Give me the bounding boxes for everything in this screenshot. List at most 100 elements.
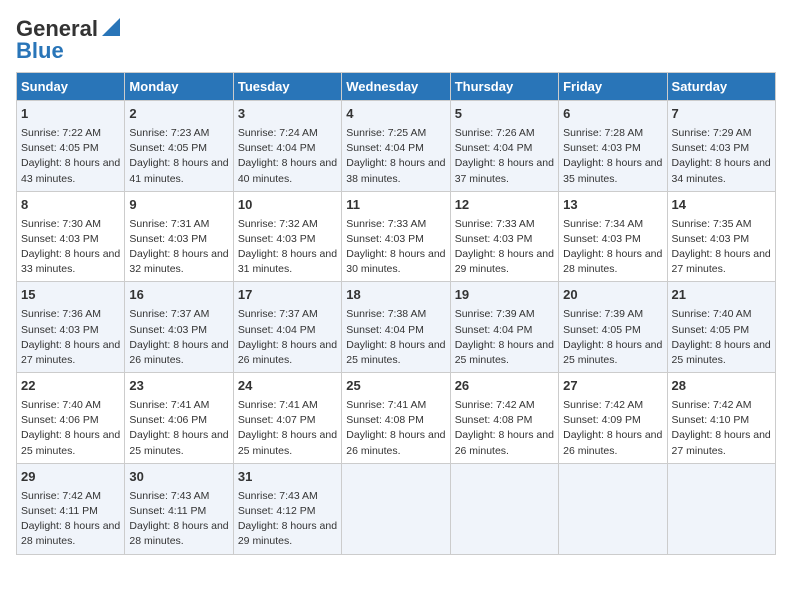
- calendar-cell: [667, 463, 775, 554]
- sunset-text: Sunset: 4:06 PM: [21, 414, 99, 426]
- daylight-text: Daylight: 8 hours and 28 minutes.: [563, 248, 662, 275]
- calendar-cell: 28Sunrise: 7:42 AMSunset: 4:10 PMDayligh…: [667, 373, 775, 464]
- calendar-cell: 25Sunrise: 7:41 AMSunset: 4:08 PMDayligh…: [342, 373, 450, 464]
- sunset-text: Sunset: 4:11 PM: [21, 505, 98, 517]
- day-number: 12: [455, 196, 554, 215]
- sunset-text: Sunset: 4:04 PM: [455, 142, 533, 154]
- daylight-text: Daylight: 8 hours and 41 minutes.: [129, 157, 228, 184]
- calendar-cell: 15Sunrise: 7:36 AMSunset: 4:03 PMDayligh…: [17, 282, 125, 373]
- weekday-header-friday: Friday: [559, 73, 667, 101]
- calendar-cell: 10Sunrise: 7:32 AMSunset: 4:03 PMDayligh…: [233, 191, 341, 282]
- sunset-text: Sunset: 4:11 PM: [129, 505, 206, 517]
- daylight-text: Daylight: 8 hours and 43 minutes.: [21, 157, 120, 184]
- calendar-cell: 21Sunrise: 7:40 AMSunset: 4:05 PMDayligh…: [667, 282, 775, 373]
- day-number: 10: [238, 196, 337, 215]
- calendar-cell: [342, 463, 450, 554]
- daylight-text: Daylight: 8 hours and 38 minutes.: [346, 157, 445, 184]
- day-number: 5: [455, 105, 554, 124]
- sunset-text: Sunset: 4:03 PM: [672, 142, 750, 154]
- calendar-cell: 3 Sunrise: 7:24 AM Sunset: 4:04 PM Daylight…: [233, 101, 341, 192]
- logo: General Blue: [16, 16, 120, 64]
- sunrise-text: Sunrise: 7:40 AM: [672, 308, 752, 320]
- sunset-text: Sunset: 4:04 PM: [455, 324, 533, 336]
- sunset-text: Sunset: 4:06 PM: [129, 414, 207, 426]
- day-number: 25: [346, 377, 445, 396]
- calendar-cell: 29Sunrise: 7:42 AMSunset: 4:11 PMDayligh…: [17, 463, 125, 554]
- daylight-text: Daylight: 8 hours and 32 minutes.: [129, 248, 228, 275]
- calendar-cell: 26Sunrise: 7:42 AMSunset: 4:08 PMDayligh…: [450, 373, 558, 464]
- sunset-text: Sunset: 4:03 PM: [346, 233, 424, 245]
- calendar-cell: 14Sunrise: 7:35 AMSunset: 4:03 PMDayligh…: [667, 191, 775, 282]
- weekday-header-monday: Monday: [125, 73, 233, 101]
- calendar-week-row: 1Sunrise: 7:22 AMSunset: 4:05 PMDaylight…: [17, 101, 776, 192]
- day-number: 28: [672, 377, 771, 396]
- sunrise-text: Sunrise: 7:42 AM: [21, 490, 101, 502]
- calendar-cell: 7Sunrise: 7:29 AMSunset: 4:03 PMDaylight…: [667, 101, 775, 192]
- daylight-text: Daylight: 8 hours and 26 minutes.: [238, 339, 337, 366]
- daylight-text: Daylight: 8 hours and 37 minutes.: [455, 157, 554, 184]
- day-number: 17: [238, 286, 337, 305]
- sunset-text: Sunset: 4:12 PM: [238, 505, 316, 517]
- sunrise-text: Sunrise: 7:42 AM: [672, 399, 752, 411]
- calendar-body: 1Sunrise: 7:22 AMSunset: 4:05 PMDaylight…: [17, 101, 776, 555]
- sunset-text: Sunset: 4:03 PM: [563, 142, 641, 154]
- weekday-header-row: SundayMondayTuesdayWednesdayThursdayFrid…: [17, 73, 776, 101]
- calendar-cell: 17Sunrise: 7:37 AMSunset: 4:04 PMDayligh…: [233, 282, 341, 373]
- sunset-text: Sunset: 4:10 PM: [672, 414, 750, 426]
- daylight-text: Daylight: 8 hours and 26 minutes.: [455, 429, 554, 456]
- daylight-text: Daylight: 8 hours and 27 minutes.: [672, 248, 771, 275]
- daylight-text: Daylight: 8 hours and 28 minutes.: [21, 520, 120, 547]
- calendar-cell: 4Sunrise: 7:25 AMSunset: 4:04 PMDaylight…: [342, 101, 450, 192]
- calendar-cell: 9Sunrise: 7:31 AMSunset: 4:03 PMDaylight…: [125, 191, 233, 282]
- day-number: 27: [563, 377, 662, 396]
- sunrise-text: Sunrise: 7:33 AM: [455, 218, 535, 230]
- sunset-text: Sunset: 4:07 PM: [238, 414, 316, 426]
- day-number: 11: [346, 196, 445, 215]
- calendar-week-row: 29Sunrise: 7:42 AMSunset: 4:11 PMDayligh…: [17, 463, 776, 554]
- sunset-text: Sunset: 4:04 PM: [238, 142, 316, 154]
- calendar-cell: 31Sunrise: 7:43 AMSunset: 4:12 PMDayligh…: [233, 463, 341, 554]
- sunrise-text: Sunrise: 7:36 AM: [21, 308, 101, 320]
- day-number: 4: [346, 105, 445, 124]
- daylight-text: Daylight: 8 hours and 35 minutes.: [563, 157, 662, 184]
- sunrise-text: Sunrise: 7:43 AM: [129, 490, 209, 502]
- sunset-text: Sunset: 4:03 PM: [21, 233, 99, 245]
- day-number: 1: [21, 105, 120, 124]
- sunrise-text: Sunrise: 7:24 AM: [238, 127, 318, 139]
- sunset-text: Sunset: 4:09 PM: [563, 414, 641, 426]
- day-number: 26: [455, 377, 554, 396]
- sunrise-text: Sunrise: 7:39 AM: [563, 308, 643, 320]
- day-number: 9: [129, 196, 228, 215]
- sunrise-text: Sunrise: 7:31 AM: [129, 218, 209, 230]
- day-number: 2: [129, 105, 228, 124]
- sunrise-text: Sunrise: 7:33 AM: [346, 218, 426, 230]
- sunrise-text: Sunrise: 7:37 AM: [238, 308, 318, 320]
- calendar-cell: 6Sunrise: 7:28 AMSunset: 4:03 PMDaylight…: [559, 101, 667, 192]
- sunrise-text: Sunrise: 7:43 AM: [238, 490, 318, 502]
- day-number: 30: [129, 468, 228, 487]
- sunset-text: Sunset: 4:05 PM: [129, 142, 207, 154]
- day-number: 3: [238, 105, 337, 124]
- sunrise-text: Sunrise: 7:29 AM: [672, 127, 752, 139]
- calendar-week-row: 22Sunrise: 7:40 AMSunset: 4:06 PMDayligh…: [17, 373, 776, 464]
- daylight-text: Daylight: 8 hours and 34 minutes.: [672, 157, 771, 184]
- sunrise-text: Sunrise: 7:41 AM: [346, 399, 426, 411]
- daylight-text: Daylight: 8 hours and 31 minutes.: [238, 248, 337, 275]
- calendar-cell: 18Sunrise: 7:38 AMSunset: 4:04 PMDayligh…: [342, 282, 450, 373]
- sunrise-text: Sunrise: 7:26 AM: [455, 127, 535, 139]
- calendar-week-row: 15Sunrise: 7:36 AMSunset: 4:03 PMDayligh…: [17, 282, 776, 373]
- day-number: 8: [21, 196, 120, 215]
- sunrise-text: Sunrise: 7:34 AM: [563, 218, 643, 230]
- calendar-cell: 22Sunrise: 7:40 AMSunset: 4:06 PMDayligh…: [17, 373, 125, 464]
- sunrise-text: Sunrise: 7:35 AM: [672, 218, 752, 230]
- calendar-cell: 11 Sunrise: 7:33 AM Sunset: 4:03 PM Dayligh…: [342, 191, 450, 282]
- sunrise-text: Sunrise: 7:40 AM: [21, 399, 101, 411]
- calendar-header: SundayMondayTuesdayWednesdayThursdayFrid…: [17, 73, 776, 101]
- calendar-cell: 5 Sunrise: 7:26 AM Sunset: 4:04 PM Daylight…: [450, 101, 558, 192]
- daylight-text: Daylight: 8 hours and 25 minutes.: [672, 339, 771, 366]
- weekday-header-sunday: Sunday: [17, 73, 125, 101]
- daylight-text: Daylight: 8 hours and 40 minutes.: [238, 157, 337, 184]
- daylight-text: Daylight: 8 hours and 30 minutes.: [346, 248, 445, 275]
- day-number: 24: [238, 377, 337, 396]
- calendar-cell: [450, 463, 558, 554]
